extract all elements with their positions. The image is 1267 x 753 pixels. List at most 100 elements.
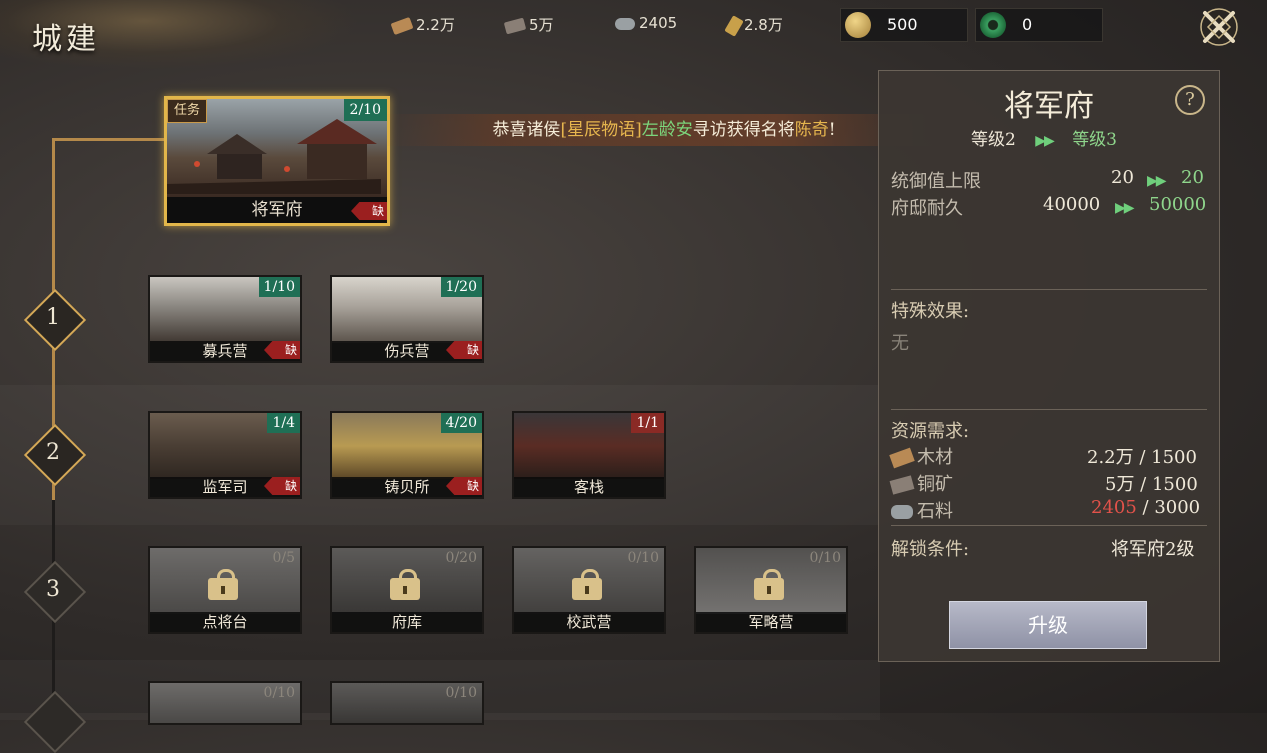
notice-prefix: 恭喜诸侯 (492, 120, 561, 140)
stat-from: 20 (1111, 167, 1134, 188)
requirement-label: 铜矿 (917, 474, 953, 495)
building-card-tier4-b[interactable]: 0/10 (330, 681, 484, 725)
building-card-treasury[interactable]: 0/20 府库 (330, 546, 484, 634)
notice-general: 陈奇 (794, 120, 829, 140)
lock-icon (572, 569, 602, 600)
requirement-need: 3000 (1154, 497, 1201, 518)
copper-icon (503, 17, 527, 34)
stone-icon (615, 17, 635, 30)
stat-label: 府邸耐久 (891, 198, 963, 219)
currency-gold-value: 500 (887, 15, 918, 34)
notice-name: 左龄安 (641, 120, 693, 140)
special-label: 特殊效果: (891, 301, 970, 322)
currency-jade-value: 0 (1022, 15, 1033, 34)
lock-icon (754, 569, 784, 600)
panel-title: 将军府 (1004, 89, 1094, 124)
building-level: 0/5 (272, 550, 295, 566)
stat-from-value: 20 (1111, 167, 1134, 188)
resource-copper[interactable]: 5万 (503, 14, 554, 35)
level-from: 等级2 (971, 130, 1016, 150)
copper-icon (889, 475, 915, 495)
building-card-main[interactable]: 任务 2/10 将军府 缺 (164, 96, 390, 226)
resource-wood[interactable]: 2.2万 (390, 14, 455, 35)
stat-row: 统御值上限 (891, 167, 981, 193)
building-detail-panel: 将军府 ? 等级2 ▶▶ 等级3 统御值上限 20 ▶▶ 20 府邸耐久 400… (878, 70, 1220, 662)
resource-copper-value: 5万 (529, 16, 554, 34)
requirement-have: 5万 (1105, 474, 1135, 495)
building-name: 点将台 (150, 612, 300, 632)
jade-icon (980, 12, 1006, 38)
timeline-branch (52, 138, 168, 141)
resource-grain-value: 2.8万 (744, 16, 783, 34)
requirements-label: 资源需求: (891, 421, 970, 442)
divider (891, 289, 1207, 290)
building-level: 1/4 (267, 413, 300, 433)
building-level: 1/20 (440, 277, 482, 297)
building-level: 0/10 (627, 550, 659, 566)
unlock-label: 解锁条件: (891, 539, 970, 560)
building-card-tier4-a[interactable]: 0/10 (148, 681, 302, 725)
stat-to-value: 20 (1181, 167, 1204, 188)
lock-icon (208, 569, 238, 600)
building-level: 0/20 (445, 550, 477, 566)
notice-player: [星辰物语] (560, 120, 642, 140)
requirement-need: 1500 (1151, 474, 1198, 495)
building-card-infirmary[interactable]: 1/20 伤兵营 缺 (330, 275, 484, 363)
tier-number-3: 3 (46, 577, 60, 602)
building-card-martial-camp[interactable]: 0/10 校武营 (512, 546, 666, 634)
special-value: 无 (891, 333, 909, 354)
arrow-icon: ▶▶ (1115, 200, 1134, 216)
stone-icon (891, 505, 913, 519)
resource-wood-value: 2.2万 (416, 16, 455, 34)
tier-number-2: 2 (46, 440, 60, 465)
gold-coin-icon (845, 12, 871, 38)
requirement-need: 1500 (1151, 447, 1197, 468)
requirement-label: 石料 (917, 501, 953, 522)
stat-from-value: 40000 (1043, 194, 1101, 215)
requirement-amount: 2.2万 / 1500 (1087, 447, 1197, 468)
building-card-supervisor[interactable]: 1/4 监军司 缺 (148, 411, 302, 499)
wood-icon (390, 16, 414, 35)
building-card-general-platform[interactable]: 0/5 点将台 (148, 546, 302, 634)
requirement-have: 2405 (1091, 497, 1137, 518)
stat-to: 20 (1181, 167, 1204, 188)
currency-gold[interactable]: 500 (840, 8, 968, 42)
level-to: 等级3 (1072, 130, 1118, 150)
requirement-stone: 石料 (891, 497, 953, 523)
task-tag: 任务 (167, 99, 208, 123)
building-name: 府库 (332, 612, 482, 632)
building-level: 0/10 (809, 550, 841, 566)
currency-jade[interactable]: 0 (975, 8, 1103, 42)
divider (891, 525, 1207, 526)
level-change: 等级2 ▶▶ 等级3 (971, 125, 1117, 150)
building-level: 2/10 (343, 99, 387, 121)
resource-stone[interactable]: 2405 (615, 14, 677, 32)
tier-number-1: 1 (46, 305, 60, 330)
notice-suffix: ! (828, 120, 836, 140)
stat-to-value: 50000 (1149, 194, 1207, 215)
building-level: 4/20 (440, 413, 482, 433)
page-title: 城建 (32, 22, 100, 57)
unlock-value-text: 将军府2级 (1111, 539, 1195, 560)
resource-grain[interactable]: 2.8万 (724, 14, 783, 37)
building-card-recruit[interactable]: 1/10 募兵营 缺 (148, 275, 302, 363)
grain-icon (724, 14, 744, 37)
building-card-strategy-camp[interactable]: 0/10 军略营 (694, 546, 848, 634)
upgrade-button[interactable]: 升级 (949, 601, 1147, 649)
unlock-value: 将军府2级 (1111, 535, 1194, 561)
requirement-copper: 铜矿 (889, 470, 953, 496)
wood-icon (889, 447, 915, 469)
building-level: 0/10 (263, 685, 295, 701)
stat-from: 40000 (1043, 194, 1100, 215)
arrow-icon: ▶▶ (1147, 173, 1166, 189)
stat-row: 府邸耐久 (891, 194, 963, 220)
broadcast-notice: 恭喜诸侯[星辰物语]左龄安寻访获得名将陈奇! (384, 114, 944, 146)
requirement-amount: 2405 / 3000 (1091, 497, 1201, 518)
building-card-inn[interactable]: 1/1 客栈 (512, 411, 666, 499)
close-icon (1200, 8, 1238, 46)
resource-stone-value: 2405 (639, 14, 678, 32)
help-button[interactable]: ? (1175, 85, 1205, 115)
building-card-mint[interactable]: 4/20 铸贝所 缺 (330, 411, 484, 499)
close-button[interactable] (1196, 4, 1242, 50)
arrow-icon: ▶▶ (1035, 133, 1054, 149)
